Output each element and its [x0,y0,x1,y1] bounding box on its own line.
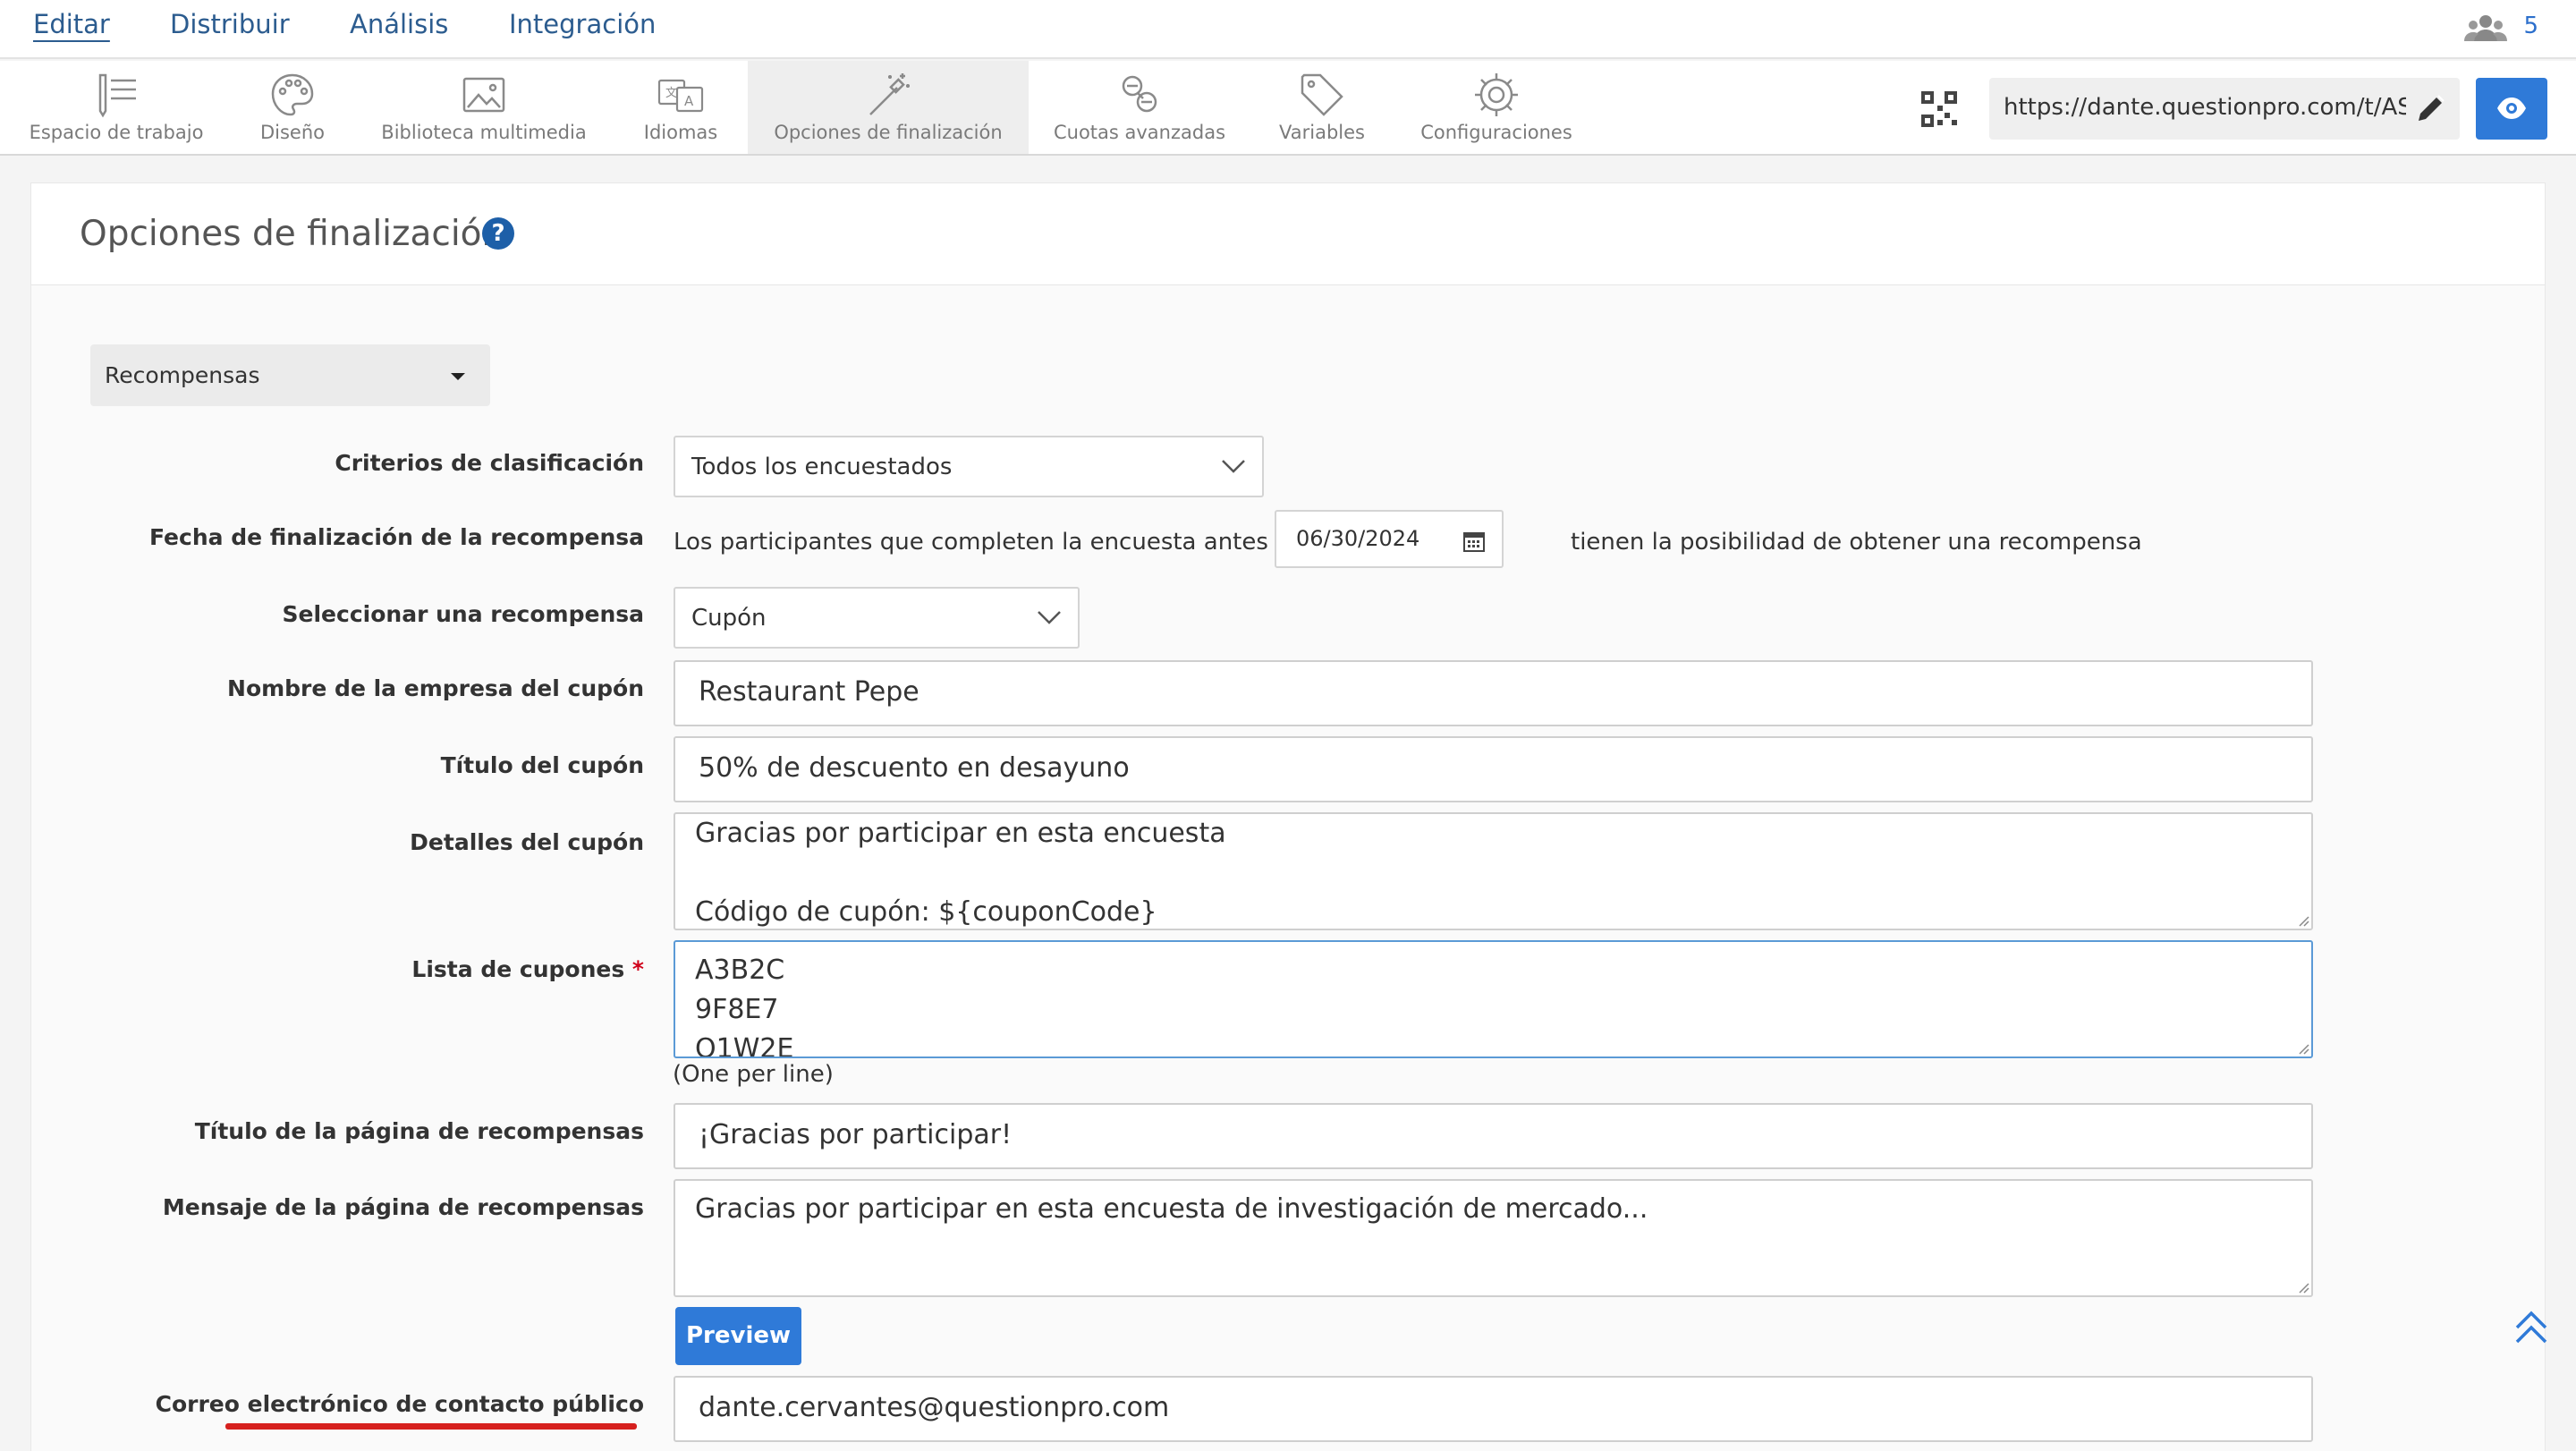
eye-icon [2497,98,2526,119]
toolbar-label: Cuotas avanzadas [1053,122,1226,143]
toolbar-languages[interactable]: 文 A Idiomas [631,61,730,154]
coupon-title-label: Título del cupón [440,752,644,778]
toolbar-label: Espacio de trabajo [29,122,204,143]
svg-text:A: A [684,93,694,109]
end-date-label: Fecha de finalización de la recompensa [148,524,644,550]
page-title: Opciones de finalización [80,214,504,254]
toolbar-label: Diseño [259,122,326,143]
tag-icon [1297,70,1347,120]
finish-type-value: Recompensas [105,362,260,388]
preview-button[interactable]: Preview [675,1307,801,1365]
resize-handle-icon[interactable] [2295,1279,2309,1294]
coupon-list-label-text: Lista de cupones [411,956,625,982]
palette-icon [267,70,318,120]
panel-header: Opciones de finalización ? [31,183,2545,285]
magic-wand-icon [863,70,913,120]
quota-icon [1114,70,1165,120]
caret-down-icon [451,373,465,380]
reward-select[interactable]: Cupón [674,587,1080,649]
gear-icon [1471,70,1521,120]
edit-pencil-icon[interactable] [2415,92,2447,124]
toolbar-label: Opciones de finalización [774,122,1003,143]
rewards-page-message-value: Gracias por participar en esta encuesta … [695,1193,1648,1225]
coupon-title-value: 50% de descuento en desayuno [699,752,1130,784]
toolbar-media-library[interactable]: Biblioteca multimedia [376,61,592,154]
resize-handle-icon[interactable] [2295,1040,2309,1055]
toolbar-finish-options[interactable]: Opciones de finalización [748,61,1029,154]
resize-handle-icon[interactable] [2295,912,2309,927]
toolbar-label: Configuraciones [1420,122,1572,143]
toolbar-label: Idiomas [643,122,718,143]
required-asterisk: * [631,956,644,982]
tab-analisis[interactable]: Análisis [350,9,448,39]
toolbar-settings[interactable]: Configuraciones [1417,61,1576,154]
survey-url-field[interactable]: https://dante.questionpro.com/t/AS [1989,78,2460,140]
top-nav: Editar Distribuir Análisis Integración 5 [0,0,2576,59]
language-icon: 文 A [656,70,706,120]
toolbar-label: Variables [1279,122,1365,143]
coupon-list-label: Lista de cupones * [411,956,644,982]
help-icon[interactable]: ? [482,217,514,250]
coupon-details-value: Gracias por participar en esta encuesta … [695,818,1226,928]
tab-integracion[interactable]: Integración [509,9,656,39]
qr-code-icon[interactable] [1921,89,1957,129]
toolbar-workspace[interactable]: Espacio de trabajo [18,61,215,154]
end-date-value: 06/30/2024 [1296,526,1420,551]
rewards-page-title-label: Título de la página de recompensas [194,1118,644,1144]
criteria-value: Todos los encuestados [691,454,953,480]
workspace-icon [91,70,141,120]
end-date-prefix: Los participantes que completen la encue… [674,529,1268,556]
criteria-select[interactable]: Todos los encuestados [674,436,1264,497]
public-email-input[interactable]: dante.cervantes@questionpro.com [674,1376,2313,1442]
rewards-page-title-input[interactable]: ¡Gracias por participar! [674,1103,2313,1169]
scroll-to-top-icon[interactable] [2512,1308,2551,1347]
chevron-down-icon [1038,611,1061,624]
public-email-value: dante.cervantes@questionpro.com [699,1392,1170,1423]
coupon-details-textarea[interactable]: Gracias por participar en esta encuesta … [674,812,2313,930]
svg-text:文: 文 [665,87,677,100]
tab-distribuir[interactable]: Distribuir [170,9,290,39]
end-date-suffix: tienen la posibilidad de obtener una rec… [1571,529,2142,556]
tab-editar[interactable]: Editar [33,9,110,39]
toolbar-advanced-quotas[interactable]: Cuotas avanzadas [1046,61,1233,154]
company-label: Nombre de la empresa del cupón [227,675,644,701]
calendar-icon[interactable] [1462,530,1486,553]
coupon-list-textarea[interactable]: A3B2C 9F8E7 Q1W2E [674,940,2313,1058]
coupon-list-hint: (One per line) [673,1061,834,1088]
coupon-details-label: Detalles del cupón [410,829,644,855]
highlight-underline [225,1423,637,1430]
rewards-page-message-textarea[interactable]: Gracias por participar en esta encuesta … [674,1179,2313,1297]
collaborators-icon[interactable] [2463,13,2508,45]
rewards-page-title-value: ¡Gracias por participar! [699,1119,1013,1150]
chevron-down-icon [1222,460,1245,473]
survey-url[interactable]: https://dante.questionpro.com/t/AS [2004,94,2406,121]
coupon-title-input[interactable]: 50% de descuento en desayuno [674,736,2313,802]
preview-survey-button[interactable] [2476,78,2547,140]
toolbar-label: Biblioteca multimedia [381,122,587,143]
rewards-page-message-label: Mensaje de la página de recompensas [162,1194,644,1220]
reward-label: Seleccionar una recompensa [282,601,644,627]
public-email-label: Correo electrónico de contacto público [155,1391,644,1417]
toolbar-design[interactable]: Diseño [243,61,342,154]
end-date-input[interactable]: 06/30/2024 [1275,510,1504,568]
coupon-list-value: A3B2C 9F8E7 Q1W2E [695,955,794,1058]
reward-value: Cupón [691,605,767,632]
company-name-input[interactable]: Restaurant Pepe [674,660,2313,726]
collaborators-count[interactable]: 5 [2523,13,2538,39]
image-icon [459,70,509,120]
company-name-value: Restaurant Pepe [699,676,919,708]
criteria-label: Criterios de clasificación [335,450,644,476]
finish-type-select[interactable]: Recompensas [90,344,490,406]
toolbar-variables[interactable]: Variables [1268,61,1376,154]
